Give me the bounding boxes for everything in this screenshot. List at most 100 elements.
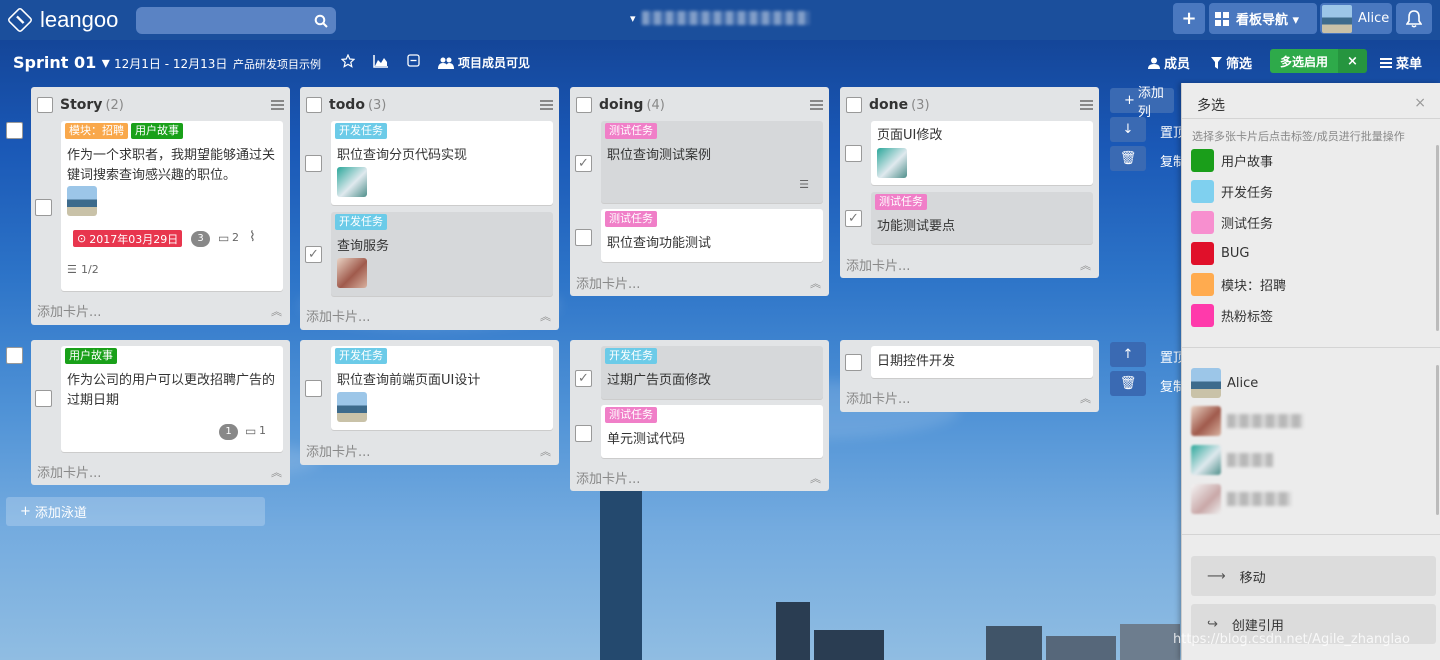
lane1-checkbox[interactable] — [6, 122, 23, 139]
close-icon[interactable]: × — [1414, 95, 1426, 111]
card-c5[interactable]: 测试任务 职位查询功能测试 — [575, 209, 823, 262]
sprint-title[interactable]: Sprint 01 ▾ — [13, 53, 110, 72]
card-c11[interactable]: 测试任务 单元测试代码 — [575, 405, 823, 458]
add-card-link[interactable]: 添加卡片... — [576, 468, 640, 487]
label-option[interactable]: 测试任务 — [1191, 211, 1273, 234]
board-selector[interactable]: ▾ — [630, 8, 810, 28]
card-c1[interactable]: 模块：招聘 用户故事 作为一个求职者，我期望能够通过关键词搜索查询感兴趣的职位。… — [35, 121, 283, 291]
collapse-icon[interactable]: ︽ — [271, 464, 282, 480]
label-option[interactable]: 开发任务 — [1191, 180, 1273, 203]
card-checkbox[interactable] — [35, 199, 52, 216]
list-checkbox[interactable] — [846, 97, 862, 113]
card-text: 作为公司的用户可以更改招聘广告的过期日期 — [67, 373, 276, 408]
card-checkbox-checked[interactable]: ✓ — [575, 370, 592, 387]
delete-lane-button[interactable]: 🗑 — [1110, 371, 1146, 396]
scrollbar[interactable] — [1436, 365, 1439, 515]
list-title: doing — [599, 97, 644, 113]
members-button[interactable]: 成员 — [1148, 53, 1190, 72]
card-checkbox[interactable] — [575, 425, 592, 442]
list-checkbox[interactable] — [576, 97, 592, 113]
label-name: BUG — [1221, 246, 1250, 261]
list-checkbox[interactable] — [37, 97, 53, 113]
menu-button[interactable]: 菜单 — [1380, 53, 1422, 72]
card-checkbox[interactable] — [35, 390, 52, 407]
card-checkbox[interactable] — [575, 229, 592, 246]
list-menu-icon[interactable] — [810, 100, 823, 110]
multi-select-button[interactable]: 多选启用 — [1270, 49, 1338, 73]
checklist-progress: 1/2 — [81, 263, 99, 276]
collapse-icon[interactable]: ︽ — [1080, 257, 1091, 273]
list-menu-icon[interactable] — [540, 100, 553, 110]
user-menu[interactable]: Alice — [1320, 3, 1392, 34]
card-c12[interactable]: 日期控件开发 — [845, 346, 1093, 378]
add-button[interactable]: + — [1173, 3, 1205, 34]
card-c4[interactable]: ✓ 测试任务 职位查询测试案例 ☰ — [575, 121, 823, 203]
card-c7[interactable]: ✓ 测试任务 功能测试要点 — [845, 192, 1093, 244]
scrollbar[interactable] — [1436, 145, 1439, 331]
add-card-link[interactable]: 添加卡片... — [576, 273, 640, 292]
collapse-icon[interactable]: ︽ — [540, 308, 551, 324]
list-menu-icon[interactable] — [271, 100, 284, 110]
label-option[interactable]: BUG — [1191, 242, 1250, 265]
collapse-icon[interactable]: ︽ — [1080, 390, 1091, 406]
project-name[interactable]: 产品研发项目示例 — [233, 56, 321, 72]
card-c3[interactable]: ✓ 开发任务 查询服务 — [305, 212, 553, 296]
card-checkbox-checked[interactable]: ✓ — [575, 155, 592, 172]
search-input[interactable] — [136, 7, 336, 34]
card-label: 测试任务 — [875, 194, 927, 210]
card-c6[interactable]: 页面UI修改 — [845, 121, 1093, 185]
add-card-link[interactable]: 添加卡片... — [846, 255, 910, 274]
add-card-link[interactable]: 添加卡片... — [306, 306, 370, 325]
collapse-icon[interactable] — [407, 54, 420, 67]
label-option[interactable]: 热粉标签 — [1191, 304, 1273, 327]
add-swimlane-button[interactable]: + 添加泳道 — [6, 497, 265, 526]
label-option[interactable]: 模块：招聘 — [1191, 273, 1286, 296]
move-button[interactable]: ⟶ 移动 — [1191, 556, 1436, 596]
notification-button[interactable] — [1396, 3, 1432, 34]
multi-select-close-button[interactable]: × — [1338, 49, 1367, 73]
card-checkbox-checked[interactable]: ✓ — [305, 246, 322, 263]
label-option[interactable]: 用户故事 — [1191, 149, 1273, 172]
card-checkbox[interactable] — [305, 380, 322, 397]
member-option[interactable] — [1191, 445, 1273, 475]
add-list-button[interactable]: + 添加列 — [1110, 86, 1174, 120]
filter-button[interactable]: 筛选 — [1211, 53, 1252, 72]
star-icon[interactable] — [341, 54, 355, 68]
card-c9[interactable]: 开发任务 职位查询前端页面UI设计 — [305, 346, 553, 430]
member-option[interactable]: Alice — [1191, 368, 1258, 398]
card-checkbox[interactable] — [845, 354, 862, 371]
list-menu-icon[interactable] — [1080, 100, 1093, 110]
collapse-icon[interactable]: ︽ — [540, 443, 551, 459]
panel-title: 多选 — [1197, 98, 1225, 114]
list-checkbox[interactable] — [306, 97, 322, 113]
lane2-checkbox[interactable] — [6, 347, 23, 364]
card-checkbox[interactable] — [305, 155, 322, 172]
card-checkbox[interactable] — [845, 145, 862, 162]
move-down-button[interactable]: ↓ — [1110, 117, 1146, 142]
collapse-icon[interactable]: ︽ — [810, 275, 821, 291]
add-card-link[interactable]: 添加卡片... — [306, 441, 370, 460]
card-c2[interactable]: 开发任务 职位查询分页代码实现 — [305, 121, 553, 205]
delete-lane-button[interactable]: 🗑 — [1110, 146, 1146, 171]
search-icon — [314, 14, 328, 28]
trash-icon: 🗑 — [1119, 151, 1137, 166]
member-option[interactable] — [1191, 406, 1303, 436]
add-card-link[interactable]: 添加卡片... — [37, 301, 101, 320]
collapse-icon[interactable]: ︽ — [810, 470, 821, 486]
move-up-button[interactable]: ↑ — [1110, 342, 1146, 367]
add-card-link[interactable]: 添加卡片... — [846, 388, 910, 407]
member-option[interactable] — [1191, 484, 1291, 514]
visibility-setting[interactable]: 项目成员可见 — [438, 54, 530, 71]
list-count: (4) — [646, 97, 665, 113]
chart-icon[interactable] — [373, 54, 389, 68]
card-c8[interactable]: 用户故事 作为公司的用户可以更改招聘广告的过期日期 1 ▭ 1 — [35, 346, 283, 452]
add-card-link[interactable]: 添加卡片... — [37, 462, 101, 481]
label-swatch — [1191, 211, 1214, 234]
users-icon — [438, 57, 454, 69]
card-checkbox-checked[interactable]: ✓ — [845, 210, 862, 227]
board-nav-button[interactable]: 看板导航 ▾ — [1209, 3, 1317, 34]
leangoo-logo[interactable]: leangoo — [6, 6, 118, 34]
collapse-icon[interactable]: ︽ — [271, 303, 282, 319]
filter-label: 筛选 — [1226, 57, 1253, 72]
card-c10[interactable]: ✓ 开发任务 过期广告页面修改 — [575, 346, 823, 399]
